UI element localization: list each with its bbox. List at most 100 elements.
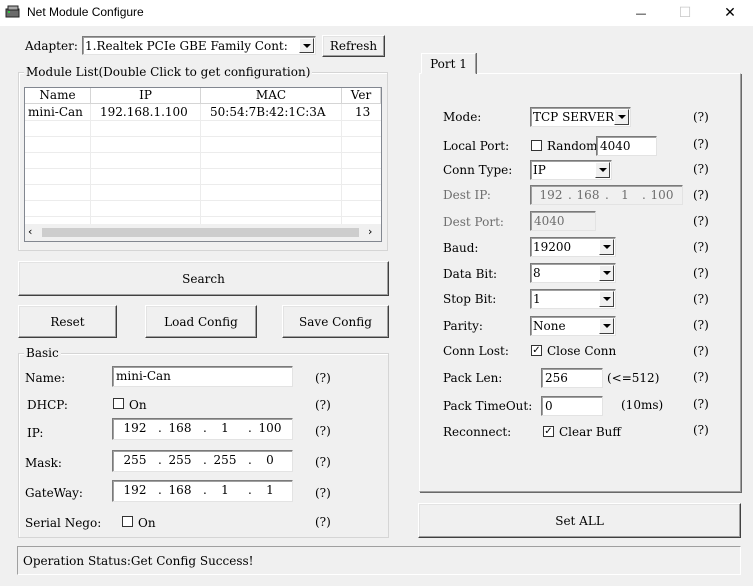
- parity-select[interactable]: None: [530, 316, 616, 336]
- close-conn-checkbox[interactable]: ✓: [531, 345, 542, 356]
- help-data-bit[interactable]: (?): [693, 266, 709, 280]
- module-list-title: Module List(Double Click to get configur…: [24, 65, 313, 79]
- help-pack-len[interactable]: (?): [693, 370, 709, 384]
- search-button[interactable]: Search: [18, 261, 389, 296]
- mask-octet-1[interactable]: 255: [121, 452, 149, 468]
- baud-select[interactable]: 19200: [530, 237, 616, 257]
- conn-type-select[interactable]: IP: [530, 160, 612, 180]
- mask-input[interactable]: 255 . 255 . 255 . 0: [112, 450, 293, 472]
- help-stop-bit[interactable]: (?): [693, 292, 709, 306]
- save-config-button[interactable]: Save Config: [282, 305, 389, 338]
- name-label: Name:: [25, 371, 66, 385]
- data-bit-select[interactable]: 8: [530, 263, 616, 283]
- help-local-port[interactable]: (?): [693, 137, 709, 151]
- serial-nego-checkbox[interactable]: [122, 516, 133, 527]
- help-dest-ip[interactable]: (?): [693, 188, 709, 202]
- row-name: mini-Can: [28, 105, 83, 119]
- gateway-octet-2[interactable]: 168: [166, 482, 194, 498]
- help-reconnect[interactable]: (?): [693, 423, 709, 437]
- ip-address-input[interactable]: 192 . 168 . 1 . 100: [112, 418, 293, 440]
- ip-octet-4[interactable]: 100: [256, 420, 284, 436]
- help-dhcp[interactable]: (?): [315, 398, 331, 412]
- scroll-left-icon[interactable]: ‹: [28, 225, 32, 238]
- help-serial-nego[interactable]: (?): [315, 515, 331, 529]
- horizontal-scrollbar[interactable]: ‹ ›: [25, 224, 381, 241]
- parity-label: Parity:: [443, 319, 483, 333]
- refresh-button[interactable]: Refresh: [322, 35, 385, 57]
- load-config-button[interactable]: Load Config: [145, 305, 257, 338]
- dest-ip-octet-2[interactable]: 168: [574, 187, 602, 203]
- adapter-value: 1.Realtek PCIe GBE Family Cont:: [85, 39, 288, 53]
- pack-len-input[interactable]: 256: [541, 368, 603, 388]
- maximize-button[interactable]: ☐: [662, 0, 708, 26]
- mode-label: Mode:: [443, 110, 482, 124]
- help-conn-type[interactable]: (?): [693, 162, 709, 176]
- mask-octet-2[interactable]: 255: [166, 452, 194, 468]
- close-icon: ✕: [724, 5, 736, 21]
- tab-port-1-label: Port 1: [430, 56, 467, 71]
- mask-octet-4[interactable]: 0: [256, 452, 284, 468]
- ip-octet-1[interactable]: 192: [121, 420, 149, 436]
- random-label: Random: [547, 139, 598, 153]
- chevron-down-icon: [599, 291, 614, 307]
- gateway-octet-1[interactable]: 192: [121, 482, 149, 498]
- data-bit-label: Data Bit:: [443, 267, 498, 281]
- dest-ip-octet-4[interactable]: 100: [648, 187, 676, 203]
- ip-octet-2[interactable]: 168: [166, 420, 194, 436]
- mode-value: TCP SERVER: [533, 110, 615, 124]
- help-mode[interactable]: (?): [693, 110, 709, 124]
- chevron-down-icon: [599, 265, 614, 281]
- dest-ip-input[interactable]: 192 . 168 . 1 . 100: [530, 185, 683, 205]
- random-checkbox[interactable]: [531, 140, 542, 151]
- help-conn-lost[interactable]: (?): [693, 344, 709, 358]
- help-mask[interactable]: (?): [315, 455, 331, 469]
- gateway-octet-3[interactable]: 1: [211, 482, 239, 498]
- column-header-name[interactable]: Name: [25, 88, 91, 104]
- help-pack-timeout[interactable]: (?): [693, 397, 709, 411]
- dest-ip-octet-1[interactable]: 192: [537, 187, 565, 203]
- stop-bit-value: 1: [533, 292, 541, 306]
- serial-nego-on-label: On: [138, 516, 156, 530]
- tab-port-1[interactable]: Port 1: [421, 53, 476, 74]
- gateway-input[interactable]: 192 . 168 . 1 . 1: [112, 480, 293, 502]
- dhcp-checkbox[interactable]: [113, 398, 124, 409]
- scroll-right-icon[interactable]: ›: [368, 225, 372, 238]
- conn-type-label: Conn Type:: [443, 163, 513, 177]
- dest-ip-octet-3[interactable]: 1: [611, 187, 639, 203]
- clear-buff-label: Clear Buff: [559, 425, 621, 439]
- pack-timeout-hint: (10ms): [621, 398, 664, 412]
- mask-octet-3[interactable]: 255: [211, 452, 239, 468]
- pack-timeout-input[interactable]: 0: [541, 396, 603, 416]
- help-gateway[interactable]: (?): [315, 486, 331, 500]
- minimize-button[interactable]: —: [618, 0, 664, 26]
- adapter-select[interactable]: 1.Realtek PCIe GBE Family Cont:: [82, 36, 316, 55]
- help-baud[interactable]: (?): [693, 240, 709, 254]
- close-button[interactable]: ✕: [707, 0, 753, 26]
- refresh-button-label: Refresh: [329, 39, 378, 53]
- help-ip[interactable]: (?): [315, 424, 331, 438]
- set-all-button[interactable]: Set ALL: [418, 503, 741, 538]
- gateway-octet-4[interactable]: 1: [256, 482, 284, 498]
- scrollbar-thumb[interactable]: [42, 228, 359, 237]
- help-parity[interactable]: (?): [693, 318, 709, 332]
- help-name[interactable]: (?): [315, 371, 331, 385]
- dest-port-input[interactable]: 4040: [530, 211, 596, 231]
- column-header-mac[interactable]: MAC: [201, 88, 342, 104]
- mode-select[interactable]: TCP SERVER: [530, 107, 631, 127]
- ip-octet-3[interactable]: 1: [211, 420, 239, 436]
- column-header-ver[interactable]: Ver: [342, 88, 381, 104]
- name-input[interactable]: mini-Can: [112, 366, 293, 387]
- set-all-button-label: Set ALL: [555, 513, 604, 528]
- clear-buff-checkbox[interactable]: ✓: [543, 426, 554, 437]
- module-list[interactable]: Name IP MAC Ver mini-Can 192.168.1.100 5…: [24, 87, 382, 242]
- basic-group-title: Basic: [24, 346, 61, 360]
- stop-bit-select[interactable]: 1: [530, 289, 616, 309]
- help-dest-port[interactable]: (?): [693, 214, 709, 228]
- table-row[interactable]: mini-Can 192.168.1.100 50:54:7B:42:1C:3A…: [25, 104, 381, 120]
- column-header-ip[interactable]: IP: [91, 88, 201, 104]
- reset-button-label: Reset: [50, 314, 85, 329]
- dhcp-on-label: On: [129, 398, 147, 412]
- local-port-input[interactable]: 4040: [596, 136, 657, 156]
- reset-button[interactable]: Reset: [18, 305, 117, 338]
- chevron-down-icon: [614, 109, 629, 125]
